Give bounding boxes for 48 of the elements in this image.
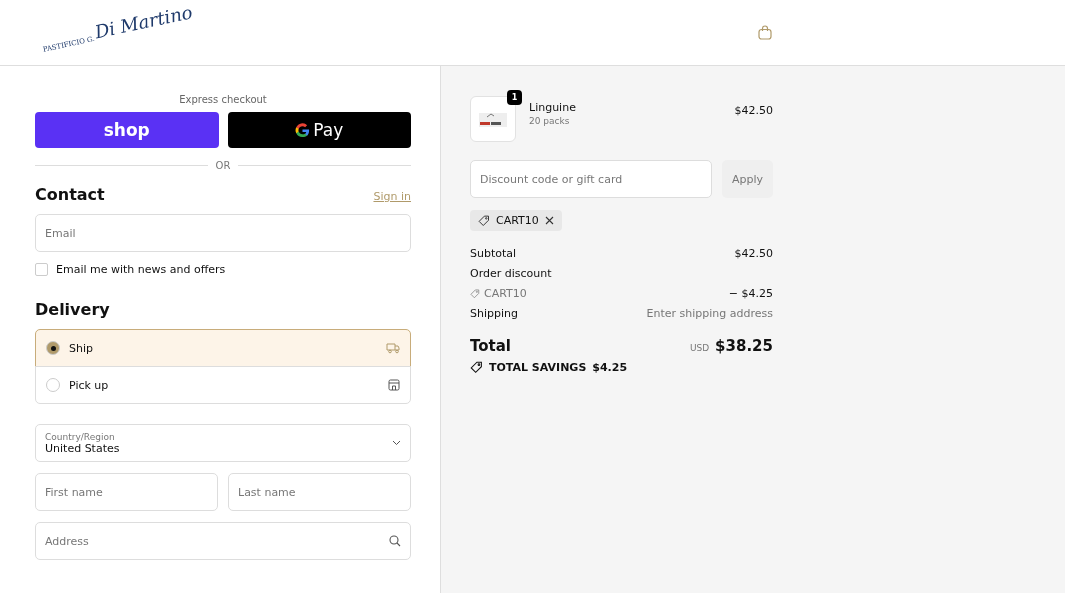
address-field[interactable]: Address <box>35 522 411 560</box>
truck-icon <box>386 342 400 354</box>
google-icon <box>295 122 311 138</box>
quantity-badge: 1 <box>507 90 522 105</box>
newsletter-label: Email me with news and offers <box>56 263 226 276</box>
savings-label: TOTAL SAVINGS <box>489 361 587 374</box>
shopping-bag-icon[interactable] <box>758 25 772 40</box>
delivery-option[interactable]: Ship <box>35 329 411 367</box>
delivery-heading: Delivery <box>35 300 111 319</box>
newsletter-checkbox[interactable] <box>35 263 48 276</box>
summary-label: Subtotal <box>470 247 517 260</box>
delivery-option[interactable]: Pick up <box>35 366 411 404</box>
product-variant: 20 packs <box>529 115 571 126</box>
first-name-field[interactable]: First name <box>35 473 218 511</box>
summary-label: Shipping <box>470 307 518 320</box>
last-name-field[interactable]: Last name <box>228 473 411 511</box>
currency-label: USD <box>689 343 710 353</box>
savings-value: $4.25 <box>592 361 628 374</box>
discount-chip-label: CART10 <box>496 214 539 227</box>
contact-heading: Contact <box>35 185 105 204</box>
tags-icon <box>470 361 483 374</box>
delivery-option-label: Ship <box>69 341 94 355</box>
total-value: $38.25 <box>715 337 773 355</box>
tag-icon <box>470 288 480 299</box>
close-icon[interactable] <box>544 216 554 225</box>
tag-icon <box>478 214 490 227</box>
shop-pay-button[interactable]: shop <box>35 112 219 148</box>
product-price: $42.50 <box>734 103 773 117</box>
express-checkout-title: Express checkout <box>178 94 268 105</box>
store-icon <box>388 379 400 391</box>
sign-in-link[interactable]: Sign in <box>373 190 411 203</box>
chevron-down-icon <box>392 440 401 446</box>
summary-value: Enter shipping address <box>646 307 773 320</box>
radio-button[interactable] <box>46 341 60 355</box>
summary-value: − $4.25 <box>728 287 773 300</box>
country-select[interactable]: Country/Region United States <box>35 424 411 462</box>
total-label: Total <box>470 337 511 355</box>
search-icon <box>389 535 401 547</box>
radio-button[interactable] <box>46 378 60 392</box>
delivery-option-label: Pick up <box>69 378 110 392</box>
google-pay-button[interactable]: Pay <box>227 112 411 148</box>
summary-label: Order discount <box>470 267 552 280</box>
product-name: Linguine <box>529 100 577 114</box>
summary-value: $42.50 <box>734 247 773 260</box>
email-field[interactable]: Email <box>35 214 411 252</box>
discount-code-label: CART10 <box>484 287 527 300</box>
logo-title: Di Martino <box>92 1 195 43</box>
or-divider-label: OR <box>215 160 231 171</box>
